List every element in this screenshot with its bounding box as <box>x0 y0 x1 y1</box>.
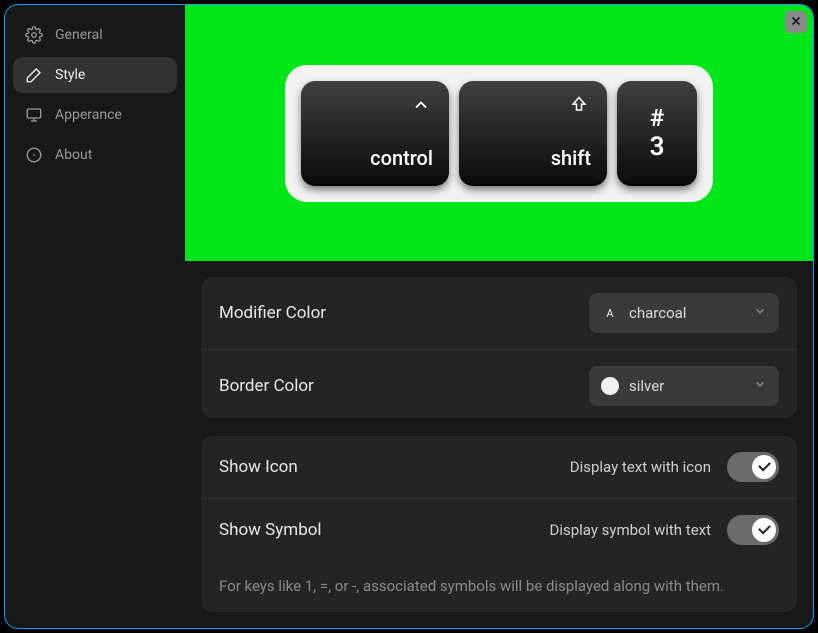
sidebar-item-label: Style <box>55 67 85 83</box>
colors-panel: Modifier Color A charcoal Border Color s… <box>201 277 797 418</box>
close-button[interactable] <box>785 11 807 33</box>
modifier-color-row: Modifier Color A charcoal <box>201 277 797 350</box>
preview-key-symbol: # <box>650 106 664 130</box>
close-icon <box>789 13 803 32</box>
text-color-icon: A <box>601 304 619 322</box>
sidebar-item-style[interactable]: Style <box>13 57 177 93</box>
row-sublabel: Display text with icon <box>570 458 711 476</box>
monitor-icon <box>25 106 43 124</box>
sidebar-item-label: General <box>55 27 103 43</box>
color-swatch-icon <box>601 377 619 395</box>
modifier-color-select[interactable]: A charcoal <box>589 293 779 333</box>
show-icon-row: Show Icon Display text with icon <box>201 436 797 499</box>
row-label: Border Color <box>219 376 589 396</box>
gear-icon <box>25 26 43 44</box>
sidebar-item-label: Apperance <box>55 107 122 123</box>
row-label: Show Symbol <box>219 520 549 540</box>
preview-key-number: 3 <box>650 134 665 160</box>
border-color-row: Border Color silver <box>201 350 797 418</box>
show-symbol-toggle[interactable] <box>727 515 779 545</box>
preview-area: control shift # 3 <box>185 5 813 261</box>
sidebar-item-label: About <box>55 147 92 163</box>
preview-key-3: # 3 <box>617 81 697 186</box>
up-arrow-outline-icon <box>569 95 589 115</box>
settings-list: Modifier Color A charcoal Border Color s… <box>185 261 813 628</box>
info-icon <box>25 146 43 164</box>
chevron-down-icon <box>753 377 767 395</box>
preview-key-label: control <box>370 146 433 170</box>
border-color-select[interactable]: silver <box>589 366 779 406</box>
row-label: Show Icon <box>219 457 570 477</box>
select-value: charcoal <box>629 304 743 322</box>
row-label: Modifier Color <box>219 303 589 323</box>
sidebar: General Style Apperance About <box>5 5 185 628</box>
display-panel: Show Icon Display text with icon Show Sy… <box>201 436 797 612</box>
sidebar-item-appearance[interactable]: Apperance <box>13 97 177 133</box>
main-area: control shift # 3 Modifier Color <box>185 5 813 628</box>
show-icon-toggle[interactable] <box>727 452 779 482</box>
preview-key-label: shift <box>551 146 591 170</box>
preview-key-control: control <box>301 81 449 186</box>
select-value: silver <box>629 377 743 395</box>
sidebar-item-about[interactable]: About <box>13 137 177 173</box>
show-symbol-help: For keys like 1, =, or -, associated sym… <box>201 561 797 612</box>
preview-key-shift: shift <box>459 81 607 186</box>
wand-icon <box>25 66 43 84</box>
sidebar-item-general[interactable]: General <box>13 17 177 53</box>
row-sublabel: Display symbol with text <box>549 521 711 539</box>
show-symbol-row: Show Symbol Display symbol with text For… <box>201 499 797 612</box>
chevron-up-icon <box>411 95 431 115</box>
key-preview-plate: control shift # 3 <box>285 65 713 202</box>
chevron-down-icon <box>753 304 767 322</box>
